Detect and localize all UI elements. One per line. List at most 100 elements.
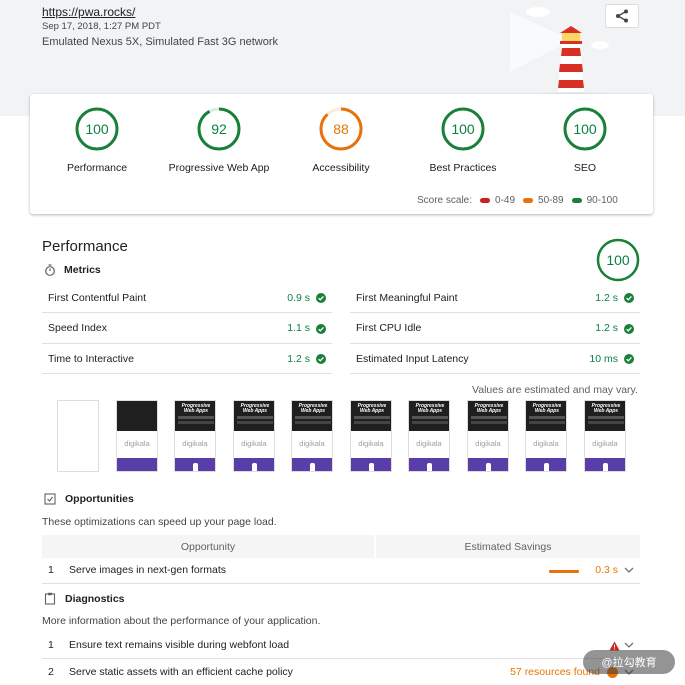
clipboard-icon bbox=[44, 592, 56, 605]
category-gauge-progressive-web-app[interactable]: 92 Progressive Web App bbox=[159, 106, 279, 174]
score-scale-pass: 90-100 bbox=[571, 195, 618, 206]
category-label: Performance bbox=[66, 162, 128, 174]
stopwatch-icon bbox=[45, 264, 55, 276]
performance-score-gauge: 100 bbox=[596, 238, 640, 285]
score-scale-fail: 0-49 bbox=[480, 195, 515, 206]
filmstrip-frame: Progressive Web Apps digikala bbox=[525, 400, 567, 472]
category-gauge-best-practices[interactable]: 100 Best Practices bbox=[403, 106, 523, 174]
share-icon bbox=[616, 9, 628, 23]
filmstrip-title: Progressive Web Apps bbox=[532, 403, 562, 414]
filmstrip-brand: digikala bbox=[533, 439, 559, 448]
report-date: Sep 17, 2018, 1:27 PM PDT bbox=[42, 21, 161, 32]
metric-row: First Meaningful Paint 1.2 s bbox=[350, 283, 640, 313]
metric-value: 0.9 s bbox=[287, 291, 310, 304]
category-score-value: 100 bbox=[451, 121, 475, 137]
category-score-value: 88 bbox=[333, 121, 349, 137]
filmstrip-title: Progressive Web Apps bbox=[298, 403, 328, 414]
filmstrip-brand: digikala bbox=[241, 439, 267, 448]
filmstrip-title: Progressive Web Apps bbox=[240, 403, 270, 414]
category-gauge-accessibility[interactable]: 88 Accessibility bbox=[281, 106, 401, 174]
score-scale-average: 50-89 bbox=[523, 195, 564, 206]
filmstrip-brand: digikala bbox=[592, 439, 618, 448]
chevron-down-icon[interactable] bbox=[624, 641, 634, 649]
score-scale-label: Score scale: bbox=[417, 195, 473, 206]
diagnostic-row[interactable]: 2 Serve static assets with an efficient … bbox=[42, 660, 640, 685]
diagnostic-label: Serve static assets with an efficient ca… bbox=[69, 666, 293, 678]
savings-column-header: Estimated Savings bbox=[374, 535, 640, 558]
diagnostics-heading: Diagnostics bbox=[44, 592, 125, 605]
metric-value: 1.2 s bbox=[595, 322, 618, 334]
opportunity-column-header: Opportunity bbox=[180, 541, 236, 553]
opportunity-number: 1 bbox=[48, 564, 54, 576]
metric-row: Speed Index 1.1 s bbox=[42, 314, 332, 344]
share-button[interactable] bbox=[605, 4, 639, 28]
filmstrip-frame: Progressive Web Apps digikala bbox=[584, 400, 626, 472]
opportunity-label: Serve images in next-gen formats bbox=[69, 564, 226, 576]
performance-score-value: 100 bbox=[606, 252, 630, 268]
opportunity-savings: 0.3 s bbox=[595, 564, 618, 576]
filmstrip-title: Progressive Web Apps bbox=[181, 403, 211, 414]
metric-row: Time to Interactive 1.2 s bbox=[42, 344, 332, 374]
filmstrip-title: Progressive Web Apps bbox=[357, 403, 387, 414]
chevron-down-icon[interactable] bbox=[624, 566, 634, 574]
diagnostic-label: Ensure text remains visible during webfo… bbox=[69, 639, 290, 651]
metric-row: Estimated Input Latency 10 ms bbox=[350, 344, 640, 374]
filmstrip-brand: digikala bbox=[358, 439, 384, 448]
pass-check-icon bbox=[316, 323, 326, 334]
filmstrip-frame: Progressive Web Apps digikala bbox=[233, 400, 275, 472]
report-environment: Emulated Nexus 5X, Simulated Fast 3G net… bbox=[42, 36, 278, 48]
filmstrip-brand: digikala bbox=[416, 439, 442, 448]
category-gauge-performance[interactable]: 100 Performance bbox=[37, 106, 157, 174]
opportunity-row[interactable]: 1 Serve images in next-gen formats 0.3 s bbox=[42, 558, 640, 584]
filmstrip-brand: digikala bbox=[124, 439, 150, 448]
pass-check-icon bbox=[624, 323, 634, 334]
filmstrip-frame: Progressive Web Apps digikala bbox=[408, 400, 450, 472]
estimated-values-note: Values are estimated and may vary. bbox=[472, 384, 638, 396]
metric-label: First CPU Idle bbox=[356, 322, 422, 334]
diagnostics-description: More information about the performance o… bbox=[42, 615, 321, 627]
pass-check-icon bbox=[624, 293, 634, 303]
metrics-heading: Metrics bbox=[44, 264, 101, 276]
metric-row: First CPU Idle 1.2 s bbox=[350, 314, 640, 344]
category-gauge-seo[interactable]: 100 SEO bbox=[525, 106, 645, 174]
performance-section-title: Performance bbox=[42, 238, 128, 255]
filmstrip-frame: Progressive Web Apps digikala bbox=[350, 400, 392, 472]
filmstrip-frame: digikala bbox=[116, 400, 158, 472]
filmstrip-frame: Progressive Web Apps digikala bbox=[291, 400, 333, 472]
category-label: Progressive Web App bbox=[168, 162, 270, 174]
diagnostic-row[interactable]: 1 Ensure text remains visible during web… bbox=[42, 633, 640, 659]
pass-check-icon bbox=[316, 293, 326, 303]
filmstrip-brand: digikala bbox=[182, 439, 208, 448]
filmstrip-frame: Progressive Web Apps digikala bbox=[467, 400, 509, 472]
metric-value: 1.2 s bbox=[287, 352, 310, 365]
filmstrip-title: Progressive Web Apps bbox=[415, 403, 445, 414]
metric-label: First Meaningful Paint bbox=[356, 291, 458, 304]
category-scores-card: 100 Performance 92 Progressive Web App 88 Acc… bbox=[30, 94, 653, 214]
pass-check-icon bbox=[624, 354, 634, 364]
opportunities-table-header: Opportunity Estimated Savings bbox=[42, 535, 640, 558]
metric-value: 10 ms bbox=[589, 352, 618, 365]
filmstrip-brand: digikala bbox=[475, 439, 501, 448]
diagnostic-number: 1 bbox=[48, 639, 54, 651]
metric-label: Estimated Input Latency bbox=[356, 352, 469, 365]
metric-value: 1.1 s bbox=[287, 322, 310, 334]
report-url-link[interactable]: https://pwa.rocks/ bbox=[42, 5, 135, 19]
opportunities-heading: Opportunities bbox=[44, 493, 134, 505]
category-label: SEO bbox=[573, 162, 597, 174]
filmstrip-frame: Progressive Web Apps digikala bbox=[174, 400, 216, 472]
metric-value: 1.2 s bbox=[595, 291, 618, 304]
opportunity-icon bbox=[44, 493, 56, 505]
diagnostic-number: 2 bbox=[48, 666, 54, 678]
score-scale-legend: Score scale: 0-49 50-89 90-100 bbox=[417, 195, 618, 206]
category-score-value: 100 bbox=[573, 121, 597, 137]
filmstrip-title: Progressive Web Apps bbox=[591, 403, 621, 414]
category-label: Accessibility bbox=[312, 162, 370, 174]
metric-label: Time to Interactive bbox=[48, 352, 134, 365]
pass-check-icon bbox=[316, 354, 326, 364]
metric-label: Speed Index bbox=[48, 322, 107, 334]
watermark: @拉勾教育 bbox=[583, 650, 675, 674]
savings-bar bbox=[549, 570, 579, 573]
filmstrip-title: Progressive Web Apps bbox=[474, 403, 504, 414]
metric-row: First Contentful Paint 0.9 s bbox=[42, 283, 332, 313]
category-score-value: 100 bbox=[85, 121, 109, 137]
